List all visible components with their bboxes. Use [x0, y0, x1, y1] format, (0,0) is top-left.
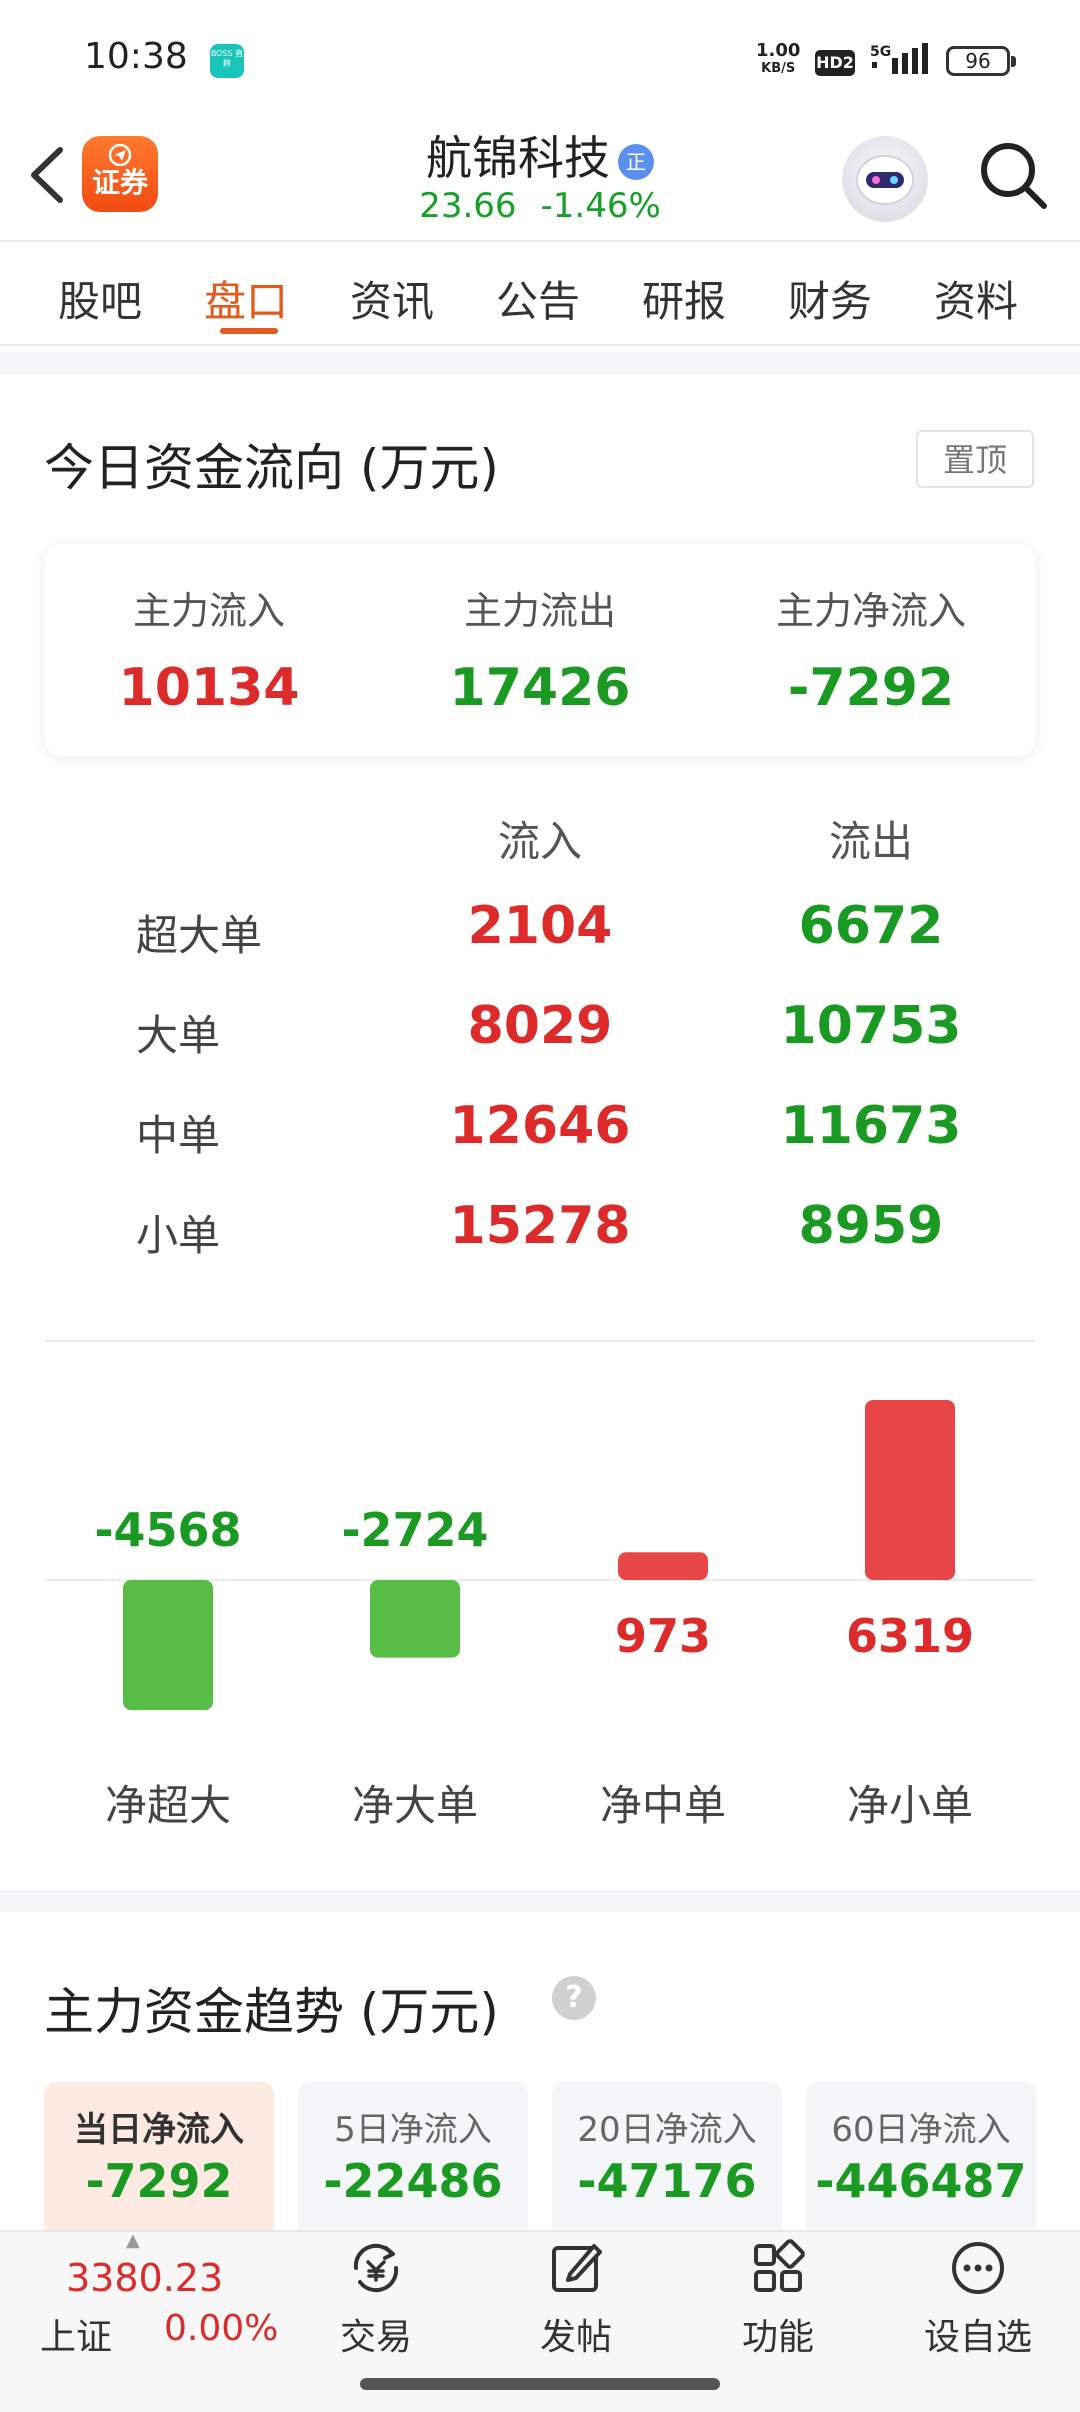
- bar-3: [865, 1400, 955, 1580]
- section-gap-2: [0, 1890, 1080, 1912]
- question-icon[interactable]: ?: [552, 1976, 596, 2020]
- tab-guba[interactable]: 股吧: [40, 268, 160, 329]
- battery-level: 96: [965, 49, 991, 73]
- trend-tab-label: 60日净流入: [831, 2110, 1011, 2150]
- main-net-inflow-label: 主力净流入: [775, 589, 966, 633]
- tab-finance[interactable]: 财务: [770, 268, 890, 329]
- trend-tab-value: -22486: [323, 2154, 503, 2208]
- section-gap: [0, 352, 1080, 374]
- nav-functions-label: 功能: [741, 2317, 814, 2358]
- tab-pankou[interactable]: 盘口: [186, 268, 306, 329]
- fund-trend-title: 主力资金趋势 (万元): [44, 1983, 499, 2041]
- nav-post-button[interactable]: 发帖: [496, 2236, 656, 2366]
- trend-tab-value: -47176: [577, 2154, 757, 2208]
- main-inflow-label: 主力流入: [132, 589, 285, 633]
- pin-to-top-button[interactable]: 置顶: [916, 430, 1034, 488]
- bar-value-label-2: 973: [615, 1609, 711, 1663]
- trend-tab-label: 5日净流入: [334, 2110, 492, 2150]
- super-large-outflow: 6672: [798, 896, 944, 956]
- home-indicator: [360, 2378, 720, 2390]
- main-net-inflow-value: -7292: [787, 658, 955, 718]
- hd-badge: HD2: [815, 50, 855, 76]
- main-inflow-value: 10134: [118, 658, 300, 718]
- stock-change-pct: -1.46%: [540, 186, 661, 226]
- header-divider: [0, 240, 1080, 242]
- battery-icon: 96: [946, 46, 1016, 76]
- trend-tab-today[interactable]: 当日净流入 -7292: [44, 2082, 274, 2242]
- medium-outflow: 11673: [780, 1096, 962, 1156]
- category-label-2: 净中单: [600, 1781, 726, 1830]
- trend-tab-value: -7292: [85, 2154, 233, 2208]
- grid-apps-icon: [754, 2239, 805, 2292]
- category-label-0: 净超大: [105, 1781, 231, 1830]
- trend-tab-5d[interactable]: 5日净流入 -22486: [298, 2082, 528, 2242]
- inflow-column-header: 流入: [497, 817, 582, 866]
- network-speed-unit: KB/S: [761, 61, 796, 76]
- main-outflow-value: 17426: [449, 658, 631, 718]
- large-inflow: 8029: [467, 996, 613, 1056]
- expand-caret-icon[interactable]: ▲: [126, 2230, 140, 2251]
- category-label-1: 净大单: [352, 1781, 478, 1830]
- trend-tab-60d[interactable]: 60日净流入 -446487: [806, 2082, 1036, 2242]
- row-label-super-large: 超大单: [136, 911, 263, 960]
- nav-trade-button[interactable]: 交易: [296, 2236, 456, 2366]
- trend-tab-label: 20日净流入: [577, 2110, 757, 2150]
- boss-app-icon: BOSS 直聘: [210, 44, 244, 78]
- bar-value-label-0: -4568: [94, 1503, 241, 1557]
- super-large-inflow: 2104: [467, 896, 613, 956]
- tab-active-indicator: [220, 328, 278, 334]
- chart-divider: [44, 1340, 1036, 1342]
- small-outflow: 8959: [798, 1196, 944, 1256]
- network-speed: 1.00 KB/S: [756, 42, 800, 78]
- trend-tab-20d[interactable]: 20日净流入 -47176: [552, 2082, 782, 2242]
- medium-inflow: 12646: [449, 1096, 631, 1156]
- flow-summary-card: [44, 544, 1036, 756]
- network-speed-value: 1.00: [756, 40, 801, 61]
- tab-research[interactable]: 研报: [624, 268, 744, 329]
- bar-value-label-3: 6319: [846, 1609, 974, 1663]
- nav-trade-label: 交易: [339, 2317, 412, 2358]
- yuan-exchange-icon: [353, 2243, 399, 2293]
- bar-0: [123, 1580, 213, 1711]
- fund-flow-title: 今日资金流向 (万元): [44, 439, 499, 497]
- bar-2: [618, 1552, 708, 1580]
- tab-news[interactable]: 资讯: [332, 268, 452, 329]
- row-label-medium: 中单: [136, 1111, 221, 1160]
- net-flow-bar-chart: -4568 净超大 -2724 净大单 973 净中单 6319 净小单: [44, 1400, 1036, 1830]
- edit-post-icon: [552, 2244, 602, 2292]
- small-inflow: 15278: [449, 1196, 631, 1256]
- nav-post-label: 发帖: [539, 2317, 612, 2358]
- stock-name: 航锦科技: [426, 131, 610, 185]
- large-outflow: 10753: [780, 996, 962, 1056]
- status-time: 10:38: [84, 36, 188, 77]
- category-label-3: 净小单: [847, 1781, 973, 1830]
- outflow-column-header: 流出: [828, 817, 913, 866]
- nav-add-watchlist-button[interactable]: 设自选: [898, 2236, 1058, 2366]
- row-label-small: 小单: [136, 1211, 221, 1260]
- tab-profile[interactable]: 资料: [916, 268, 1036, 329]
- nav-add-watchlist-label: 设自选: [923, 2317, 1032, 2358]
- index-change[interactable]: 0.00%: [164, 2308, 278, 2349]
- bar-value-label-1: -2724: [341, 1503, 488, 1557]
- index-value[interactable]: 3380.23: [66, 2256, 223, 2300]
- tab-announcements[interactable]: 公告: [478, 268, 598, 329]
- signal-5g-icon: 5G: [870, 43, 928, 74]
- verified-badge-icon: 正: [618, 143, 654, 180]
- robot-assistant-icon[interactable]: [842, 136, 928, 222]
- nav-functions-button[interactable]: 功能: [698, 2236, 858, 2366]
- stock-price: 23.66: [419, 186, 517, 226]
- robot-face-icon: [856, 155, 914, 205]
- search-icon[interactable]: [976, 138, 1050, 212]
- bar-1: [370, 1580, 460, 1658]
- trend-tab-label: 当日净流入: [74, 2110, 244, 2150]
- main-outflow-label: 主力流出: [463, 589, 616, 633]
- index-name[interactable]: 上证: [40, 2308, 112, 2360]
- tabs-divider: [0, 344, 1080, 346]
- trend-tab-value: -446487: [815, 2154, 1027, 2208]
- more-dots-icon: [952, 2242, 1004, 2294]
- network-type-label: 5G: [870, 44, 891, 60]
- row-label-large: 大单: [136, 1011, 221, 1060]
